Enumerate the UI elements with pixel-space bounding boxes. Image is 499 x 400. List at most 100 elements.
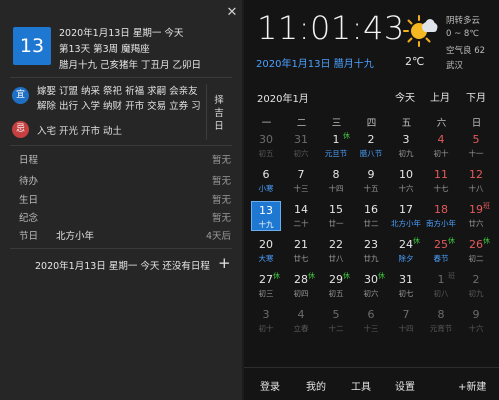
calendar-day[interactable]: 30 初五 — [251, 131, 281, 161]
divider — [10, 145, 232, 146]
calendar-day[interactable]: 1 初八班 — [426, 271, 456, 301]
day-number: 9 — [367, 168, 375, 181]
my-button[interactable]: 我的 — [306, 378, 326, 393]
calendar-day[interactable]: 3 初十 — [251, 306, 281, 336]
day-number: 21 — [294, 238, 308, 251]
weekday-label: 五 — [401, 118, 412, 129]
day-number: 8 — [437, 308, 445, 321]
calendar-day[interactable]: 19 廿六班 — [461, 201, 491, 231]
today-button[interactable]: 今天 — [395, 89, 415, 104]
calendar-day[interactable]: 9 十六 — [461, 306, 491, 336]
day-number: 13 — [259, 204, 273, 217]
no-schedule-text: 2020年1月13日 星期一 今天 还没有日程 — [35, 261, 210, 272]
calendar-day[interactable]: 28 初四休 — [286, 271, 316, 301]
event-key: 纪念 — [19, 213, 39, 224]
calendar-day[interactable]: 5 十一 — [461, 131, 491, 161]
login-button[interactable]: 登录 — [260, 378, 280, 393]
calendar-day[interactable]: 23 廿九 — [356, 236, 386, 266]
calendar-day[interactable]: 4 初十 — [426, 131, 456, 161]
yi-activities: 嫁娶 订盟 纳采 祭祀 祈福 求嗣 会亲友 解除 出行 入学 纳财 开市 交易 … — [37, 86, 201, 112]
weekday-label: 三 — [331, 118, 342, 129]
lunar-date: 十四 — [328, 184, 344, 193]
calendar-day[interactable]: 4 立春 — [286, 306, 316, 336]
day-number: 23 — [364, 238, 378, 251]
calendar-day[interactable]: 31 初七 — [391, 271, 421, 301]
tools-button[interactable]: 工具 — [351, 378, 371, 393]
calendar-day[interactable]: 15 廿一 — [321, 201, 351, 231]
calendar-day[interactable]: 21 廿七 — [286, 236, 316, 266]
lunar-date: 大寒 — [258, 254, 274, 263]
calendar-day[interactable]: 11 十七 — [426, 166, 456, 196]
calendar-day[interactable]: 2 腊八节 — [356, 131, 386, 161]
day-number: 16 — [364, 203, 378, 216]
calendar-day[interactable]: 6 十三 — [356, 306, 386, 336]
calendar-day[interactable]: 8 元宵节 — [426, 306, 456, 336]
calendar-day[interactable]: 29 初五休 — [321, 271, 351, 301]
calendar-day[interactable]: 6 小寒 — [251, 166, 281, 196]
calendar-day[interactable]: 18 南方小年 — [426, 201, 456, 231]
day-number: 6 — [262, 168, 270, 181]
calendar-day[interactable]: 9 十五 — [356, 166, 386, 196]
day-number: 14 — [294, 203, 308, 216]
prev-month-button[interactable]: 上月 — [430, 89, 450, 104]
holiday-badge: 休 — [448, 237, 455, 245]
calendar-panel: 11:01:43 2020年1月13日 腊月十九 2℃ 阴转多云 0 ~ 8℃ … — [244, 0, 499, 400]
choose-auspicious-day-button[interactable]: 择吉日 — [212, 94, 226, 133]
next-month-button[interactable]: 下月 — [466, 89, 486, 104]
lunar-date: 廿二 — [363, 219, 379, 228]
lunar-date: 初七 — [398, 289, 414, 298]
calendar-day[interactable]: 16 廿二 — [356, 201, 386, 231]
event-row-holiday[interactable]: 节日 北方小年 4天后 — [19, 229, 231, 245]
event-row-todo[interactable]: 待办 暂无 — [19, 174, 231, 190]
lunar-date: 南方小年 — [426, 219, 456, 228]
lunar-date: 十七 — [433, 184, 449, 193]
event-row-birthday[interactable]: 生日 暂无 — [19, 193, 231, 209]
settings-button[interactable]: 设置 — [395, 378, 415, 393]
holiday-badge: 休 — [308, 272, 315, 280]
calendar-day[interactable]: 24 除夕休 — [391, 236, 421, 266]
weather-description: 阴转多云 — [446, 16, 481, 26]
calendar-day[interactable]: 30 初六休 — [356, 271, 386, 301]
weekday-label: 二 — [296, 118, 307, 129]
add-schedule-button[interactable]: + — [218, 255, 231, 271]
ji-badge: 忌 — [12, 121, 29, 138]
lunar-date: 廿七 — [293, 254, 309, 263]
calendar-day[interactable]: 22 廿八 — [321, 236, 351, 266]
calendar-day[interactable]: 12 十八 — [461, 166, 491, 196]
calendar-day[interactable]: 5 十二 — [321, 306, 351, 336]
day-number: 5 — [472, 133, 480, 146]
calendar-day[interactable]: 7 十四 — [391, 306, 421, 336]
calendar-day[interactable]: 3 初九 — [391, 131, 421, 161]
workday-badge: 班 — [483, 202, 490, 210]
calendar-day[interactable]: 2 初九 — [461, 271, 491, 301]
event-row-anniversary[interactable]: 纪念 暂无 — [19, 211, 231, 227]
calendar-day[interactable]: 8 十四 — [321, 166, 351, 196]
calendar-day[interactable]: 31 初六 — [286, 131, 316, 161]
calendar-day-selected[interactable]: 13 十九 — [251, 201, 281, 231]
calendar-day[interactable]: 10 十六 — [391, 166, 421, 196]
new-event-button[interactable]: +新建 — [458, 378, 486, 393]
calendar-day[interactable]: 14 二十 — [286, 201, 316, 231]
calendar-grid: 30 初五 31 初六 1 元旦节休 2 腊八节 3 初九 4 初十 5 十一 6 小寒 7 十三 8 十四 9 十五 10… — [249, 131, 494, 341]
day-number: 20 — [259, 238, 273, 251]
lunar-date: 十三 — [293, 184, 309, 193]
calendar-day[interactable]: 26 初二休 — [461, 236, 491, 266]
calendar-day[interactable]: 1 元旦节休 — [321, 131, 351, 161]
calendar-day[interactable]: 25 春节休 — [426, 236, 456, 266]
calendar-day[interactable]: 17 北方小年 — [391, 201, 421, 231]
lunar-date: 十五 — [363, 184, 379, 193]
calendar-day[interactable]: 20 大寒 — [251, 236, 281, 266]
calendar-day[interactable]: 27 初三休 — [251, 271, 281, 301]
lunar-date: 春节 — [433, 254, 449, 263]
month-label[interactable]: 2020年1月 — [257, 90, 309, 105]
partly-cloudy-sun-icon — [403, 15, 438, 47]
day-detail-panel: ✕ 13 2020年1月13日 星期一 今天 第13天 第3周 魔羯座 腊月十九… — [0, 0, 242, 400]
city[interactable]: 武汉 — [446, 59, 463, 71]
calendar-day[interactable]: 7 十三 — [286, 166, 316, 196]
weekday-label: 六 — [436, 118, 447, 129]
event-row-schedule[interactable]: 日程 暂无 — [19, 153, 231, 169]
day-number: 18 — [434, 203, 448, 216]
full-date-link[interactable]: 2020年1月13日 腊月十九 — [256, 55, 374, 70]
close-icon[interactable]: ✕ — [225, 6, 239, 20]
day-number: 9 — [472, 308, 480, 321]
